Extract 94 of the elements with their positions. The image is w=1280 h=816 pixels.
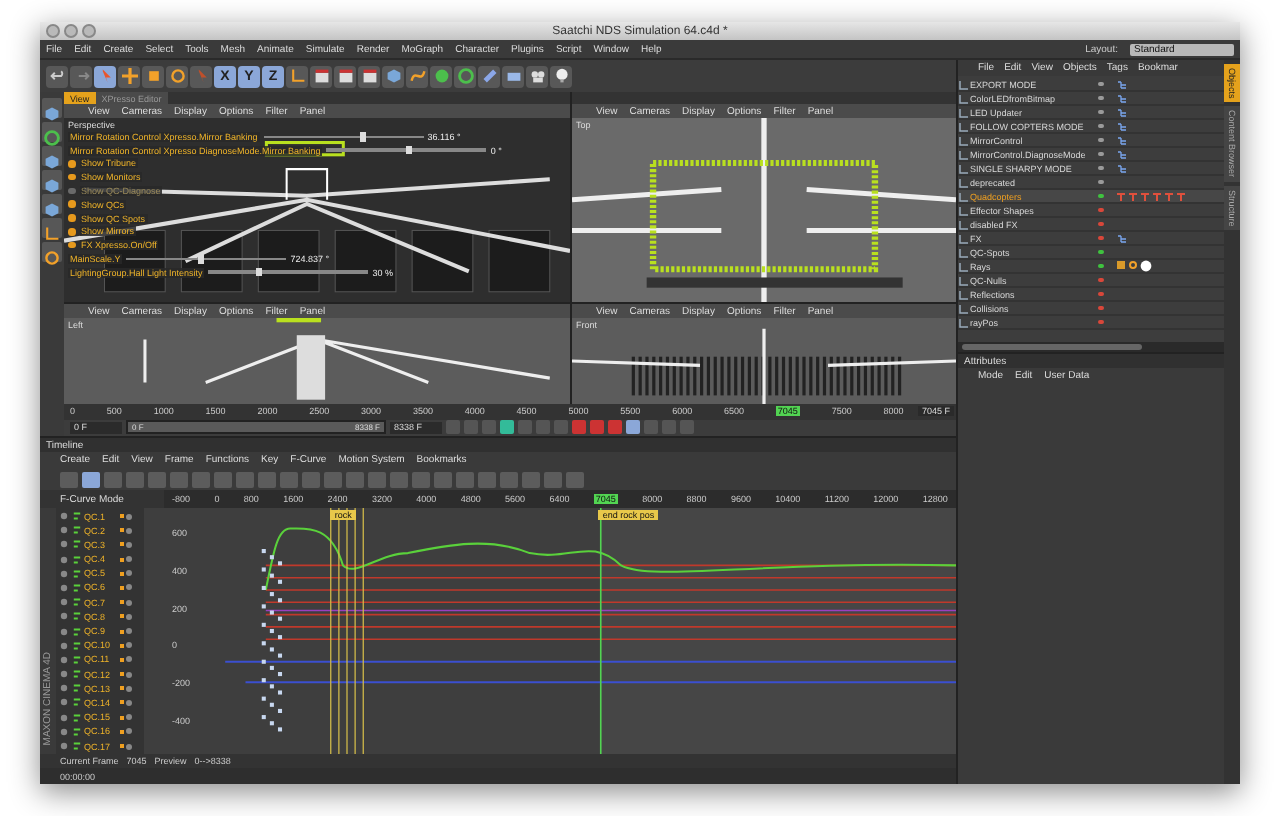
dot-icon bbox=[126, 527, 132, 534]
zoom-button[interactable] bbox=[82, 24, 96, 38]
visibility-dot[interactable] bbox=[1098, 179, 1103, 185]
visibility-dot[interactable] bbox=[1098, 137, 1103, 143]
visibility-dot[interactable] bbox=[1098, 263, 1103, 269]
undo-icon bbox=[49, 68, 65, 84]
tool-button[interactable] bbox=[454, 65, 476, 87]
dot-icon bbox=[126, 656, 132, 663]
tool-button[interactable] bbox=[142, 65, 164, 87]
slider-thumb[interactable] bbox=[256, 267, 263, 277]
tool-button[interactable] bbox=[286, 65, 308, 87]
dot-icon bbox=[126, 642, 132, 649]
axes-icon bbox=[289, 68, 305, 84]
close-button[interactable] bbox=[46, 24, 60, 38]
tool-button[interactable] bbox=[46, 65, 68, 87]
dot-icon bbox=[126, 570, 132, 577]
visibility-dot[interactable] bbox=[1098, 305, 1103, 311]
mograph-tag-icon bbox=[1127, 260, 1137, 270]
dot-icon bbox=[126, 685, 132, 692]
toggle-checkbox[interactable] bbox=[68, 160, 75, 168]
tool-button[interactable] bbox=[310, 65, 332, 87]
sphere-icon bbox=[433, 68, 449, 84]
slider-thumb[interactable] bbox=[406, 145, 413, 155]
rotate-icon bbox=[169, 68, 185, 84]
visibility-dot[interactable] bbox=[1098, 193, 1103, 199]
visibility-dot[interactable] bbox=[1098, 165, 1103, 171]
scale-icon bbox=[145, 68, 161, 84]
cube-icon bbox=[385, 68, 401, 84]
texture-tag-icon bbox=[1115, 260, 1125, 270]
camera-icon bbox=[529, 68, 545, 84]
slider-thumb[interactable] bbox=[198, 254, 205, 264]
toggle-checkbox[interactable] bbox=[68, 187, 75, 195]
tool-button[interactable] bbox=[358, 65, 380, 87]
rotate-icon bbox=[44, 250, 60, 266]
visibility-dot[interactable] bbox=[1098, 319, 1103, 325]
dot-icon bbox=[126, 714, 132, 721]
dot-icon bbox=[126, 613, 132, 620]
visibility-dot[interactable] bbox=[1098, 109, 1103, 115]
tool-button[interactable] bbox=[502, 65, 524, 87]
scrollbar[interactable] bbox=[958, 342, 1224, 352]
spline-icon bbox=[409, 68, 425, 84]
toggle-checkbox[interactable] bbox=[68, 173, 75, 181]
visibility-dot[interactable] bbox=[1098, 235, 1103, 241]
tool-button[interactable] bbox=[478, 65, 500, 87]
toggle-checkbox[interactable] bbox=[68, 241, 75, 249]
minimize-button[interactable] bbox=[64, 24, 78, 38]
visibility-dot[interactable] bbox=[1098, 151, 1103, 157]
clapper-icon bbox=[337, 68, 353, 84]
tool-button[interactable] bbox=[94, 65, 116, 87]
toggle-checkbox[interactable] bbox=[68, 228, 75, 236]
slider-thumb[interactable] bbox=[359, 132, 366, 141]
dot-icon bbox=[126, 584, 132, 591]
dot-icon bbox=[126, 699, 132, 706]
move-icon bbox=[121, 68, 137, 84]
deformer-icon bbox=[481, 68, 497, 84]
dot-icon bbox=[126, 599, 132, 606]
material-ball-icon bbox=[1139, 260, 1151, 272]
toggle-checkbox[interactable] bbox=[68, 200, 75, 208]
cube-icon bbox=[44, 106, 60, 122]
visibility-dot[interactable] bbox=[1098, 291, 1103, 297]
array-icon bbox=[44, 130, 60, 146]
visibility-dot[interactable] bbox=[1098, 95, 1103, 101]
visibility-dot[interactable] bbox=[1098, 249, 1103, 255]
tool-button[interactable] bbox=[334, 65, 356, 87]
array-icon bbox=[457, 68, 473, 84]
dot-icon bbox=[126, 743, 132, 749]
dot-icon bbox=[126, 556, 132, 563]
tool-button[interactable] bbox=[550, 65, 572, 87]
dot-icon bbox=[126, 628, 132, 634]
tool-button[interactable] bbox=[406, 65, 428, 87]
tool-button[interactable] bbox=[382, 65, 404, 87]
toggle-checkbox[interactable] bbox=[68, 214, 75, 222]
visibility-dot[interactable] bbox=[1098, 221, 1103, 227]
dot-icon bbox=[126, 728, 132, 735]
axes-icon bbox=[44, 226, 60, 242]
visibility-dot[interactable] bbox=[1098, 81, 1103, 87]
tool-button[interactable] bbox=[166, 65, 188, 87]
dot-icon bbox=[126, 541, 132, 548]
tool-button[interactable] bbox=[118, 65, 140, 87]
visibility-dot[interactable] bbox=[1098, 277, 1103, 283]
redo-icon bbox=[73, 68, 89, 84]
visibility-dot[interactable] bbox=[1098, 123, 1103, 129]
visibility-dot[interactable] bbox=[1098, 207, 1103, 213]
bulb-icon bbox=[553, 68, 569, 84]
tool-button[interactable] bbox=[526, 65, 548, 87]
dot-icon bbox=[126, 513, 132, 519]
dot-icon bbox=[126, 671, 132, 678]
floor-icon bbox=[505, 68, 521, 84]
scroll-thumb-icon bbox=[962, 344, 1142, 350]
tool-button[interactable] bbox=[430, 65, 452, 87]
clapper-icon bbox=[361, 68, 377, 84]
cursor-icon bbox=[97, 68, 113, 84]
clapper-icon bbox=[313, 68, 329, 84]
cursor-icon bbox=[193, 68, 209, 84]
